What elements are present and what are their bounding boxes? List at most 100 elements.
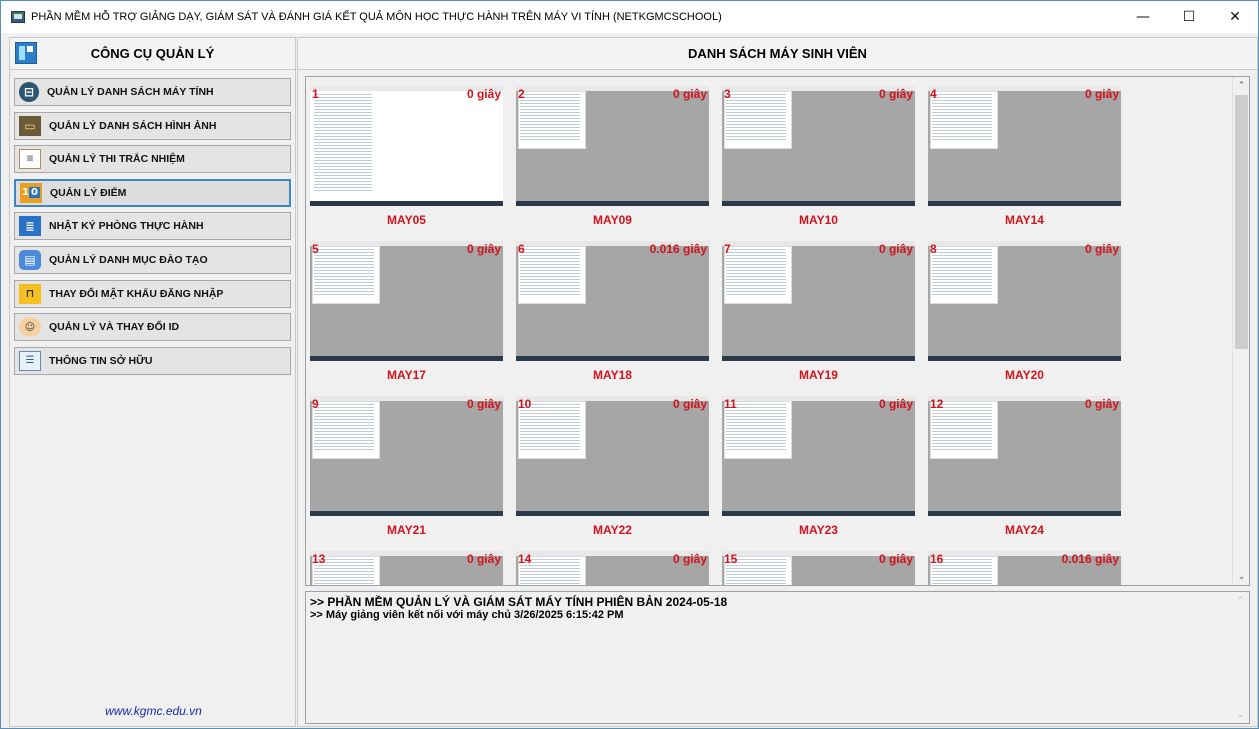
machine-tile[interactable]: 5 0 giây MAY17	[310, 241, 503, 391]
machine-grid: 16 0.016 giây 15 0 giây 14 0 giây 13 0 giây 12 0 …	[305, 76, 1250, 586]
menu-item[interactable]: ≣ NHẬT KÝ PHÒNG THỰC HÀNH	[14, 212, 291, 241]
machine-tile[interactable]: 2 0 giây MAY09	[516, 86, 709, 236]
minimize-button[interactable]: —	[1120, 1, 1166, 33]
machine-tile[interactable]: 12 0 giây MAY24	[928, 396, 1121, 546]
app-icon	[11, 11, 25, 23]
grid-scrollbar[interactable]: ⌃ ⌄	[1232, 77, 1249, 585]
menu-item[interactable]: ▤ QUẢN LÝ DANH MỤC ĐÀO TẠO	[14, 245, 291, 274]
menu-item[interactable]: ≡ QUẢN LÝ THI TRẮC NHIỆM	[14, 145, 291, 174]
machine-tile[interactable]: 7 0 giây MAY19	[722, 241, 915, 391]
tools-icon	[15, 42, 37, 64]
machine-screenshot[interactable]	[310, 396, 503, 516]
machine-name: MAY22	[593, 523, 632, 537]
screenshot-text	[726, 247, 786, 295]
title-bar: PHẦN MỀM HỖ TRỢ GIẢNG DẠY, GIÁM SÁT VÀ Đ…	[1, 1, 1258, 33]
scroll-down-icon[interactable]: ⌄	[1233, 568, 1249, 585]
screenshot-text	[520, 247, 580, 295]
machine-name: MAY05	[387, 213, 426, 227]
quiz-icon: ≡	[19, 149, 41, 170]
screenshot-taskbar	[722, 201, 915, 206]
machine-tile[interactable]: 8 0 giây MAY20	[928, 241, 1121, 391]
screenshot-taskbar	[516, 356, 709, 361]
machine-screenshot[interactable]	[516, 241, 709, 361]
menu-item-label: NHẬT KÝ PHÒNG THỰC HÀNH	[49, 220, 204, 233]
website-link[interactable]: www.kgmc.edu.vn	[10, 704, 297, 718]
screenshot-taskbar	[928, 201, 1121, 206]
screenshot-text	[314, 402, 374, 450]
machine-number: 10	[518, 397, 532, 411]
machine-tile[interactable]: 13 0 giây	[310, 551, 503, 585]
machine-screenshot[interactable]	[722, 396, 915, 516]
catalog-icon: ▤	[19, 249, 41, 270]
machine-name: MAY23	[799, 523, 838, 537]
machine-tile[interactable]: 11 0 giây MAY23	[722, 396, 915, 546]
close-button[interactable]: ✕	[1212, 1, 1258, 33]
menu-item[interactable]: ☺ QUẢN LÝ VÀ THAY ĐỔI ID	[14, 313, 291, 342]
machine-name: MAY17	[387, 368, 426, 382]
menu-item[interactable]: ⊓ THAY ĐỔI MẬT KHẨU ĐĂNG NHẬP	[14, 279, 291, 308]
machine-screenshot[interactable]	[722, 241, 915, 361]
menu-item[interactable]: ☰ THÔNG TIN SỞ HỮU	[14, 346, 291, 375]
menu-item[interactable]: 1 0 QUẢN LÝ ĐIỂM	[14, 178, 291, 207]
machine-tile[interactable]: 6 0.016 giây MAY18	[516, 241, 709, 391]
log-scrollbar[interactable]: ⌃ ⌄	[1232, 592, 1249, 723]
machine-number: 2	[518, 87, 525, 101]
menu-item-label: THÔNG TIN SỞ HỮU	[49, 354, 153, 367]
machine-tile[interactable]: 14 0 giây	[516, 551, 709, 585]
scroll-up-icon[interactable]: ⌃	[1233, 77, 1249, 94]
machine-tile[interactable]: 3 0 giây MAY10	[722, 86, 915, 236]
scroll-up-icon[interactable]: ⌃	[1232, 592, 1249, 609]
machine-tile[interactable]: 16 0.016 giây	[928, 551, 1121, 585]
scroll-thumb[interactable]	[1235, 95, 1248, 349]
screenshot-taskbar	[928, 511, 1121, 516]
id-icon: ☺	[19, 317, 41, 338]
lock-icon: ⊓	[19, 283, 41, 304]
log-line: >> Máy giảng viên kết nối với máy chủ 3/…	[310, 609, 624, 621]
machine-number: 14	[518, 552, 532, 566]
machine-screenshot[interactable]	[516, 86, 709, 206]
machine-name: MAY21	[387, 523, 426, 537]
machine-tile[interactable]: 9 0 giây MAY21	[310, 396, 503, 546]
machine-screenshot[interactable]	[516, 396, 709, 516]
machine-screenshot[interactable]	[928, 396, 1121, 516]
tools-panel: CÔNG CỤ QUẢN LÝ ⊟ QUẢN LÝ DANH SÁCH MÁY T…	[9, 37, 296, 727]
window-controls: — ☐ ✕	[1120, 1, 1258, 33]
machine-number: 12	[930, 397, 944, 411]
screenshot-taskbar	[310, 356, 503, 361]
machine-latency: 0 giây	[1084, 242, 1119, 256]
tools-menu: ⊟ QUẢN LÝ DANH SÁCH MÁY TÍNH ▭ QUẢN LÝ DANH…	[14, 78, 291, 380]
menu-item[interactable]: ⊟ QUẢN LÝ DANH SÁCH MÁY TÍNH	[14, 78, 291, 106]
machine-screenshot[interactable]	[310, 86, 503, 206]
machine-latency: 0 giây	[466, 87, 501, 101]
machine-name: MAY19	[799, 368, 838, 382]
machine-screenshot[interactable]	[928, 86, 1121, 206]
tools-panel-header: CÔNG CỤ QUẢN LÝ	[10, 38, 295, 70]
log-panel[interactable]: >> PHẦN MỀM QUẢN LÝ VÀ GIÁM SÁT MÁY TÍNH…	[305, 591, 1250, 724]
machine-screenshot[interactable]	[928, 241, 1121, 361]
journal-icon: ≣	[19, 216, 41, 237]
machine-tile[interactable]: 1 0 giây MAY05	[310, 86, 503, 236]
menu-item[interactable]: ▭ QUẢN LÝ DANH SÁCH HÌNH ẢNH	[14, 111, 291, 140]
menu-item-label: QUẢN LÝ DANH MỤC ĐÀO TẠO	[49, 253, 208, 266]
machine-screenshot[interactable]	[310, 241, 503, 361]
machine-latency: 0 giây	[466, 242, 501, 256]
machine-name: MAY10	[799, 213, 838, 227]
machine-latency: 0 giây	[672, 87, 707, 101]
machine-tile[interactable]: 10 0 giây MAY22	[516, 396, 709, 546]
screenshot-taskbar	[310, 201, 503, 206]
machine-name: MAY18	[593, 368, 632, 382]
machine-latency: 0 giây	[878, 87, 913, 101]
machine-latency: 0.016 giây	[649, 242, 707, 256]
screenshot-taskbar	[722, 511, 915, 516]
machine-latency: 0 giây	[878, 552, 913, 566]
machines-panel-title: DANH SÁCH MÁY SINH VIÊN	[298, 38, 1257, 70]
machine-tile[interactable]: 15 0 giây	[722, 551, 915, 585]
machine-latency: 0 giây	[878, 242, 913, 256]
machine-latency: 0 giây	[672, 397, 707, 411]
scroll-down-icon[interactable]: ⌄	[1232, 706, 1249, 723]
maximize-button[interactable]: ☐	[1166, 1, 1212, 33]
machine-screenshot[interactable]	[722, 86, 915, 206]
screenshot-text	[932, 92, 992, 140]
machine-latency: 0 giây	[466, 552, 501, 566]
machine-tile[interactable]: 4 0 giây MAY14	[928, 86, 1121, 236]
